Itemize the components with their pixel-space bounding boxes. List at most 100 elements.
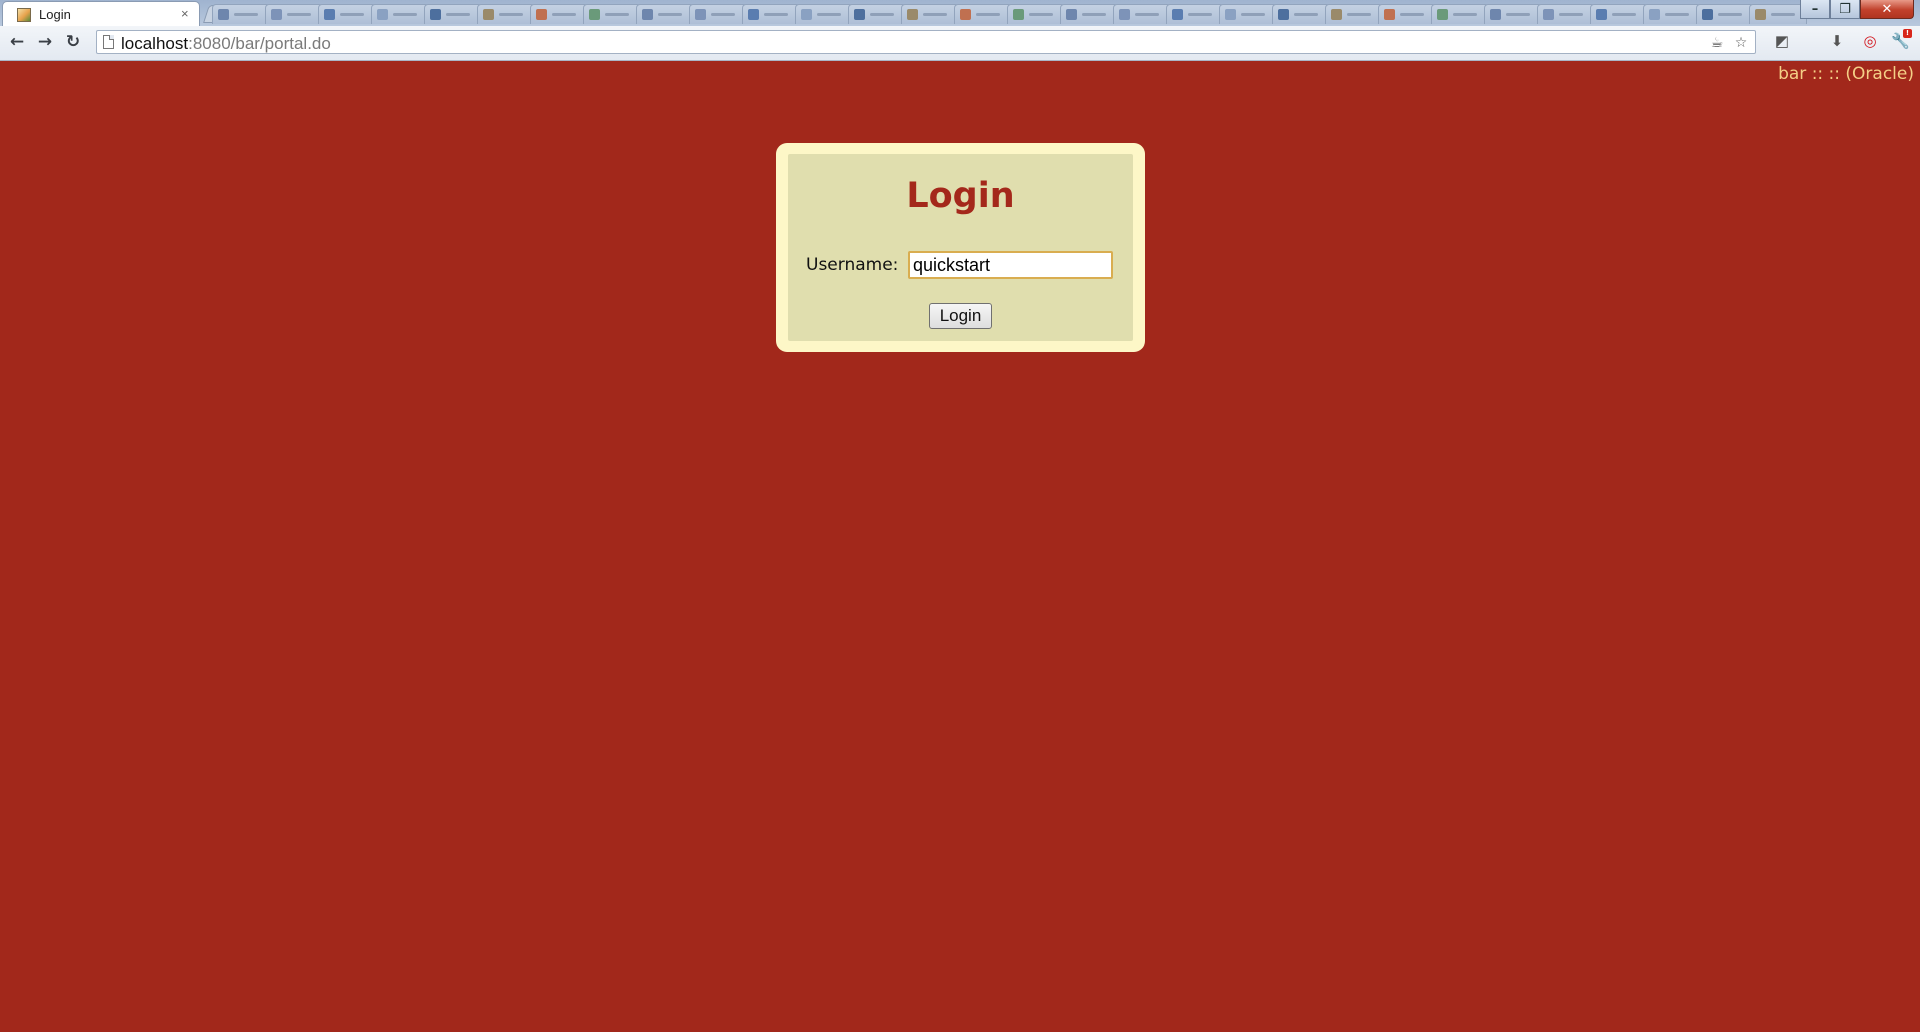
tab-favicon-icon bbox=[1119, 9, 1130, 20]
tab-title-placeholder bbox=[340, 13, 364, 16]
opera-extension-icon[interactable]: ◎ bbox=[1861, 32, 1879, 50]
username-input[interactable] bbox=[908, 251, 1113, 279]
tab-favicon-icon bbox=[324, 9, 335, 20]
page-favicon-icon bbox=[17, 8, 31, 22]
background-tab[interactable] bbox=[1219, 4, 1277, 24]
db-info-label: bar :: :: (Oracle) bbox=[1778, 64, 1914, 84]
background-tab[interactable] bbox=[1378, 4, 1436, 24]
page-action-icon[interactable]: ☕ bbox=[1709, 35, 1725, 51]
browser-chrome: Login × – ❐ ✕ ← → ↻ localhost:8080/bar/p… bbox=[0, 0, 1920, 61]
background-tab[interactable] bbox=[795, 4, 853, 24]
tab-favicon-icon bbox=[1384, 9, 1395, 20]
extension-icon[interactable]: ◩ bbox=[1773, 32, 1791, 50]
tab-favicon-icon bbox=[1649, 9, 1660, 20]
background-tab[interactable] bbox=[901, 4, 959, 24]
tab-favicon-icon bbox=[748, 9, 759, 20]
browser-toolbar: ← → ↻ localhost:8080/bar/portal.do ☕ ☆ bbox=[0, 26, 1920, 61]
tab-title-placeholder bbox=[1347, 13, 1371, 16]
login-form: Login Username: Login bbox=[788, 154, 1133, 341]
minimize-button[interactable]: – bbox=[1800, 0, 1830, 19]
background-tab[interactable] bbox=[1325, 4, 1383, 24]
tab-favicon-icon bbox=[1013, 9, 1024, 20]
background-tab[interactable] bbox=[1749, 4, 1807, 24]
tab-title-placeholder bbox=[870, 13, 894, 16]
tab-title-placeholder bbox=[1718, 13, 1742, 16]
background-tab[interactable] bbox=[1060, 4, 1118, 24]
login-button[interactable]: Login bbox=[929, 303, 992, 329]
tab-favicon-icon bbox=[430, 9, 441, 20]
forward-arrow-icon[interactable]: → bbox=[34, 31, 56, 53]
background-tab[interactable] bbox=[212, 4, 270, 24]
tab-favicon-icon bbox=[1490, 9, 1501, 20]
tab-favicon-icon bbox=[1225, 9, 1236, 20]
tab-favicon-icon bbox=[642, 9, 653, 20]
background-tab[interactable] bbox=[424, 4, 482, 24]
background-tab[interactable] bbox=[1272, 4, 1330, 24]
tab-title-placeholder bbox=[393, 13, 417, 16]
tab-favicon-icon bbox=[801, 9, 812, 20]
background-tab[interactable] bbox=[954, 4, 1012, 24]
background-tab[interactable] bbox=[848, 4, 906, 24]
tab-title-placeholder bbox=[552, 13, 576, 16]
background-tab[interactable] bbox=[1431, 4, 1489, 24]
tab-favicon-icon bbox=[960, 9, 971, 20]
tab-favicon-icon bbox=[589, 9, 600, 20]
tab-title-placeholder bbox=[658, 13, 682, 16]
address-bar[interactable]: localhost:8080/bar/portal.do ☕ ☆ bbox=[96, 30, 1756, 54]
background-tab[interactable] bbox=[636, 4, 694, 24]
tab-title-placeholder bbox=[605, 13, 629, 16]
tab-favicon-icon bbox=[1543, 9, 1554, 20]
tab-favicon-icon bbox=[1278, 9, 1289, 20]
bookmark-star-icon[interactable]: ☆ bbox=[1733, 35, 1749, 51]
url-host: localhost bbox=[121, 34, 189, 53]
tab-favicon-icon bbox=[1066, 9, 1077, 20]
tab-title-placeholder bbox=[234, 13, 258, 16]
tab-title-placeholder bbox=[1294, 13, 1318, 16]
background-tab[interactable] bbox=[477, 4, 535, 24]
wrench-menu-icon[interactable]: 🔧! bbox=[1891, 29, 1912, 50]
tab-title-placeholder bbox=[1400, 13, 1424, 16]
url-path: :8080/bar/portal.do bbox=[188, 34, 331, 53]
update-badge-icon: ! bbox=[1903, 29, 1912, 38]
close-window-button[interactable]: ✕ bbox=[1860, 0, 1914, 19]
background-tab[interactable] bbox=[689, 4, 747, 24]
page-icon bbox=[103, 35, 114, 49]
tab-login[interactable]: Login × bbox=[2, 1, 200, 26]
background-tab[interactable] bbox=[1007, 4, 1065, 24]
background-tab[interactable] bbox=[1484, 4, 1542, 24]
background-tab[interactable] bbox=[583, 4, 641, 24]
tab-title-placeholder bbox=[1082, 13, 1106, 16]
background-tab[interactable] bbox=[1696, 4, 1754, 24]
restore-button[interactable]: ❐ bbox=[1830, 0, 1860, 19]
tab-title-placeholder bbox=[1665, 13, 1689, 16]
tab-favicon-icon bbox=[1172, 9, 1183, 20]
tab-title-placeholder bbox=[923, 13, 947, 16]
background-tab[interactable] bbox=[530, 4, 588, 24]
background-tab[interactable] bbox=[1537, 4, 1595, 24]
background-tab[interactable] bbox=[1113, 4, 1171, 24]
tab-title-placeholder bbox=[1188, 13, 1212, 16]
login-panel: Login Username: Login bbox=[776, 143, 1145, 352]
login-title: Login bbox=[906, 176, 1015, 216]
download-extension-icon[interactable]: ⬇ bbox=[1828, 32, 1846, 50]
reload-icon[interactable]: ↻ bbox=[62, 31, 84, 53]
background-tab[interactable] bbox=[742, 4, 800, 24]
tab-title-placeholder bbox=[1241, 13, 1265, 16]
background-tab[interactable] bbox=[371, 4, 429, 24]
tab-title-placeholder bbox=[764, 13, 788, 16]
background-tab[interactable] bbox=[1166, 4, 1224, 24]
tab-title-placeholder bbox=[446, 13, 470, 16]
tab-favicon-icon bbox=[854, 9, 865, 20]
tab-favicon-icon bbox=[1596, 9, 1607, 20]
tab-title-placeholder bbox=[817, 13, 841, 16]
background-tab[interactable] bbox=[265, 4, 323, 24]
tab-title-placeholder bbox=[1135, 13, 1159, 16]
tab-close-icon[interactable]: × bbox=[181, 6, 189, 21]
background-tab[interactable] bbox=[318, 4, 376, 24]
background-tab[interactable] bbox=[1590, 4, 1648, 24]
tab-title-placeholder bbox=[1559, 13, 1583, 16]
background-tab[interactable] bbox=[1643, 4, 1701, 24]
tab-title-placeholder bbox=[1453, 13, 1477, 16]
back-arrow-icon[interactable]: ← bbox=[6, 31, 28, 53]
tab-favicon-icon bbox=[1755, 9, 1766, 20]
